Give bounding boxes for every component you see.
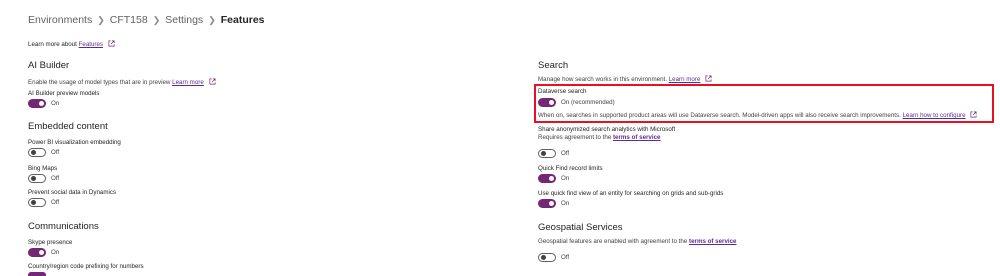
breadcrumb-environment[interactable]: CFT158 bbox=[110, 14, 148, 26]
breadcrumb-settings[interactable]: Settings bbox=[165, 14, 203, 26]
toggle-state: Off bbox=[51, 198, 60, 206]
quick-find-label: Quick Find record limits bbox=[538, 165, 603, 172]
intro-text: Learn more about Features bbox=[28, 40, 115, 48]
toggle-state: Off bbox=[51, 148, 60, 156]
search-analytics-label: Share anonymized search analytics with M… bbox=[538, 126, 676, 133]
breadcrumb-environments[interactable]: Environments bbox=[28, 14, 92, 26]
toggle-state: On bbox=[561, 199, 570, 207]
toggle-state: Off bbox=[561, 253, 570, 261]
chevron-right-icon: ❯ bbox=[97, 14, 105, 25]
search-learn-more-link[interactable]: Learn more bbox=[669, 76, 701, 83]
country-code-toggle[interactable] bbox=[28, 272, 46, 276]
powerbi-toggle[interactable] bbox=[28, 147, 46, 157]
ai-builder-description: Enable the usage of model types that are… bbox=[28, 78, 216, 86]
chevron-right-icon: ❯ bbox=[152, 14, 161, 25]
skype-row: On bbox=[28, 247, 59, 257]
quick-view-label: Use quick find view of an entity for sea… bbox=[538, 190, 724, 197]
dataverse-search-note: When on, searches in supported product a… bbox=[538, 111, 977, 119]
communications-heading: Communications bbox=[28, 221, 99, 232]
bing-maps-label: Bing Maps bbox=[28, 165, 58, 172]
dataverse-search-row: On (recommended) bbox=[538, 97, 615, 107]
toggle-state: Off bbox=[51, 174, 60, 182]
powerbi-row: Off bbox=[28, 147, 59, 157]
social-data-toggle[interactable] bbox=[28, 197, 46, 207]
country-code-label: Country/region code prefixing for number… bbox=[28, 263, 144, 270]
toggle-state: On (recommended) bbox=[561, 98, 615, 106]
breadcrumb-current: Features bbox=[220, 14, 265, 26]
dataverse-search-toggle[interactable] bbox=[538, 97, 556, 107]
social-data-label: Prevent social data in Dynamics bbox=[28, 189, 117, 196]
dataverse-search-label: Dataverse search bbox=[538, 88, 587, 95]
bing-maps-row: Off bbox=[28, 173, 59, 183]
skype-label: Skype presence bbox=[28, 239, 73, 246]
configure-link[interactable]: Learn how to configure bbox=[903, 112, 966, 119]
geospatial-row: Off bbox=[538, 252, 569, 262]
external-link-icon bbox=[108, 40, 115, 47]
embedded-content-heading: Embedded content bbox=[28, 121, 108, 132]
quick-find-toggle[interactable] bbox=[538, 173, 556, 183]
external-link-icon bbox=[970, 111, 977, 118]
search-analytics-row: Off bbox=[538, 148, 569, 158]
terms-of-service-link[interactable]: terms of service bbox=[613, 134, 660, 141]
geospatial-heading: Geospatial Services bbox=[538, 222, 623, 233]
toggle-state: On bbox=[561, 174, 570, 182]
features-link[interactable]: Features bbox=[79, 41, 103, 48]
search-analytics-toggle[interactable] bbox=[538, 148, 556, 158]
ai-builder-preview-label: AI Builder preview models bbox=[28, 90, 100, 97]
geospatial-terms-link[interactable]: terms of service bbox=[689, 238, 736, 245]
toggle-state: Off bbox=[561, 149, 570, 157]
bing-maps-toggle[interactable] bbox=[28, 173, 46, 183]
social-data-row: Off bbox=[28, 197, 59, 207]
breadcrumb: Environments ❯ CFT158 ❯ Settings ❯ Featu… bbox=[28, 14, 265, 26]
search-analytics-requires: Requires agreement to the terms of servi… bbox=[538, 134, 661, 141]
external-link-icon bbox=[209, 78, 216, 85]
quick-view-row: On bbox=[538, 198, 569, 208]
chevron-right-icon: ❯ bbox=[208, 14, 216, 25]
ai-builder-preview-toggle[interactable] bbox=[28, 98, 46, 108]
toggle-state: On bbox=[51, 99, 60, 107]
external-link-icon bbox=[705, 75, 712, 82]
quick-view-toggle[interactable] bbox=[538, 198, 556, 208]
geospatial-toggle[interactable] bbox=[538, 252, 556, 262]
search-heading: Search bbox=[538, 60, 569, 71]
ai-builder-heading: AI Builder bbox=[28, 60, 70, 71]
powerbi-label: Power BI visualization embedding bbox=[28, 139, 121, 146]
geospatial-description: Geospatial features are enabled with agr… bbox=[538, 238, 737, 245]
skype-toggle[interactable] bbox=[28, 247, 46, 257]
ai-builder-preview-row: On bbox=[28, 98, 59, 108]
search-description: Manage how search works in this environm… bbox=[538, 75, 712, 83]
ai-builder-learn-more-link[interactable]: Learn more bbox=[172, 79, 204, 86]
quick-find-row: On bbox=[538, 173, 569, 183]
toggle-state: On bbox=[51, 248, 60, 256]
